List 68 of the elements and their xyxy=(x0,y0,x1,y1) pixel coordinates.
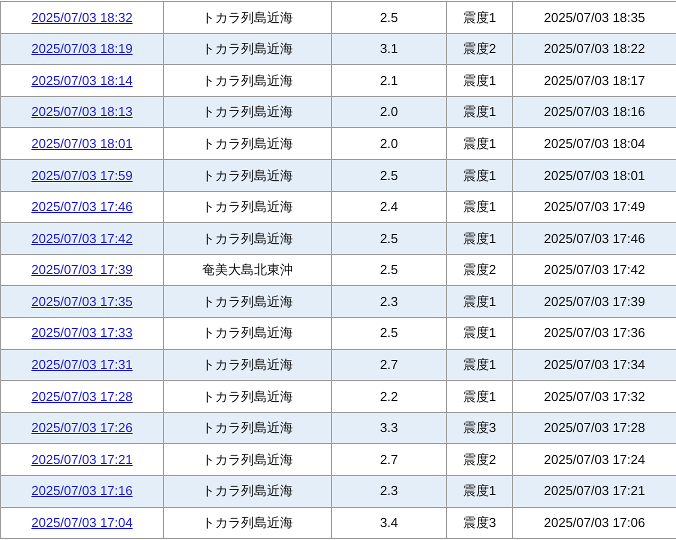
epicenter-text: トカラ列島近海 xyxy=(202,420,293,436)
announced-time-text: 2025/07/03 18:04 xyxy=(544,136,646,151)
intensity-text: 震度1 xyxy=(462,357,496,372)
announced-time-text: 2025/07/03 18:17 xyxy=(544,72,646,88)
intensity-text: 震度1 xyxy=(462,104,496,120)
announced-time-text: 2025/07/03 17:39 xyxy=(544,294,646,309)
announced-time-text: 2025/07/03 17:46 xyxy=(544,230,646,246)
epicenter-text: トカラ列島近海 xyxy=(202,230,293,246)
epicenter-text: トカラ列島近海 xyxy=(202,452,293,467)
magnitude-text: 2.3 xyxy=(380,294,398,309)
magnitude-text: 2.7 xyxy=(380,357,398,372)
epicenter-text: トカラ列島近海 xyxy=(202,388,293,404)
magnitude-text: 2.4 xyxy=(380,199,398,214)
intensity-text: 震度1 xyxy=(462,388,496,404)
magnitude-text: 2.7 xyxy=(380,452,398,467)
announced-time-text: 2025/07/03 17:32 xyxy=(544,388,646,404)
announced-time-text: 2025/07/03 17:42 xyxy=(544,262,646,278)
announced-time-text: 2025/07/03 18:01 xyxy=(544,168,646,183)
intensity-text: 震度1 xyxy=(462,483,496,498)
intensity-text: 震度3 xyxy=(462,420,496,436)
announced-time-text: 2025/07/03 17:28 xyxy=(544,420,646,436)
epicenter-text: トカラ列島近海 xyxy=(202,199,293,214)
magnitude-text: 2.1 xyxy=(380,72,398,88)
intensity-text: 震度3 xyxy=(462,515,496,530)
epicenter-text: トカラ列島近海 xyxy=(202,294,293,309)
announced-time-text: 2025/07/03 17:06 xyxy=(544,515,646,530)
magnitude-text: 2.3 xyxy=(380,483,398,498)
intensity-text: 震度1 xyxy=(462,199,496,214)
epicenter-text: トカラ列島近海 xyxy=(202,41,293,56)
magnitude-text: 3.1 xyxy=(380,41,398,56)
intensity-text: 震度1 xyxy=(462,136,496,151)
magnitude-text: 2.5 xyxy=(380,168,398,183)
magnitude-text: 2.2 xyxy=(380,388,398,404)
intensity-text: 震度1 xyxy=(462,294,496,309)
intensity-text: 震度1 xyxy=(462,325,496,340)
intensity-text: 震度2 xyxy=(462,41,496,56)
announced-time-text: 2025/07/03 17:21 xyxy=(544,483,646,498)
intensity-text: 震度1 xyxy=(462,168,496,183)
magnitude-text: 2.0 xyxy=(380,136,398,151)
epicenter-text: トカラ列島近海 xyxy=(202,515,293,530)
epicenter-text: トカラ列島近海 xyxy=(202,136,293,151)
announced-time-text: 2025/07/03 17:34 xyxy=(544,357,646,372)
magnitude-text: 2.5 xyxy=(380,230,398,246)
epicenter-text: トカラ列島近海 xyxy=(202,104,293,120)
magnitude-text: 2.0 xyxy=(380,104,398,120)
intensity-text: 震度1 xyxy=(462,72,496,88)
announced-time-text: 2025/07/03 17:24 xyxy=(544,452,646,467)
intensity-text: 震度1 xyxy=(462,10,496,25)
epicenter-text: トカラ列島近海 xyxy=(202,325,293,340)
announced-time-text: 2025/07/03 18:35 xyxy=(544,10,646,25)
epicenter-text: トカラ列島近海 xyxy=(202,168,293,183)
magnitude-text: 3.3 xyxy=(380,420,398,436)
epicenter-text: トカラ列島近海 xyxy=(202,72,293,88)
magnitude-text: 2.5 xyxy=(380,325,398,340)
intensity-text: 震度2 xyxy=(462,262,496,278)
intensity-text: 震度1 xyxy=(462,230,496,246)
magnitude-text: 2.5 xyxy=(380,262,398,278)
epicenter-text: トカラ列島近海 xyxy=(202,10,293,25)
epicenter-text: トカラ列島近海 xyxy=(202,483,293,498)
magnitude-text: 2.5 xyxy=(380,10,398,25)
intensity-text: 震度2 xyxy=(462,452,496,467)
announced-time-text: 2025/07/03 17:49 xyxy=(544,199,646,214)
magnitude-text: 3.4 xyxy=(380,515,398,530)
epicenter-text: トカラ列島近海 xyxy=(202,357,293,372)
announced-time-text: 2025/07/03 18:16 xyxy=(544,104,646,120)
epicenter-text: 奄美大島北東沖 xyxy=(202,262,293,278)
announced-time-text: 2025/07/03 18:22 xyxy=(544,41,646,56)
announced-time-text: 2025/07/03 17:36 xyxy=(544,325,646,340)
